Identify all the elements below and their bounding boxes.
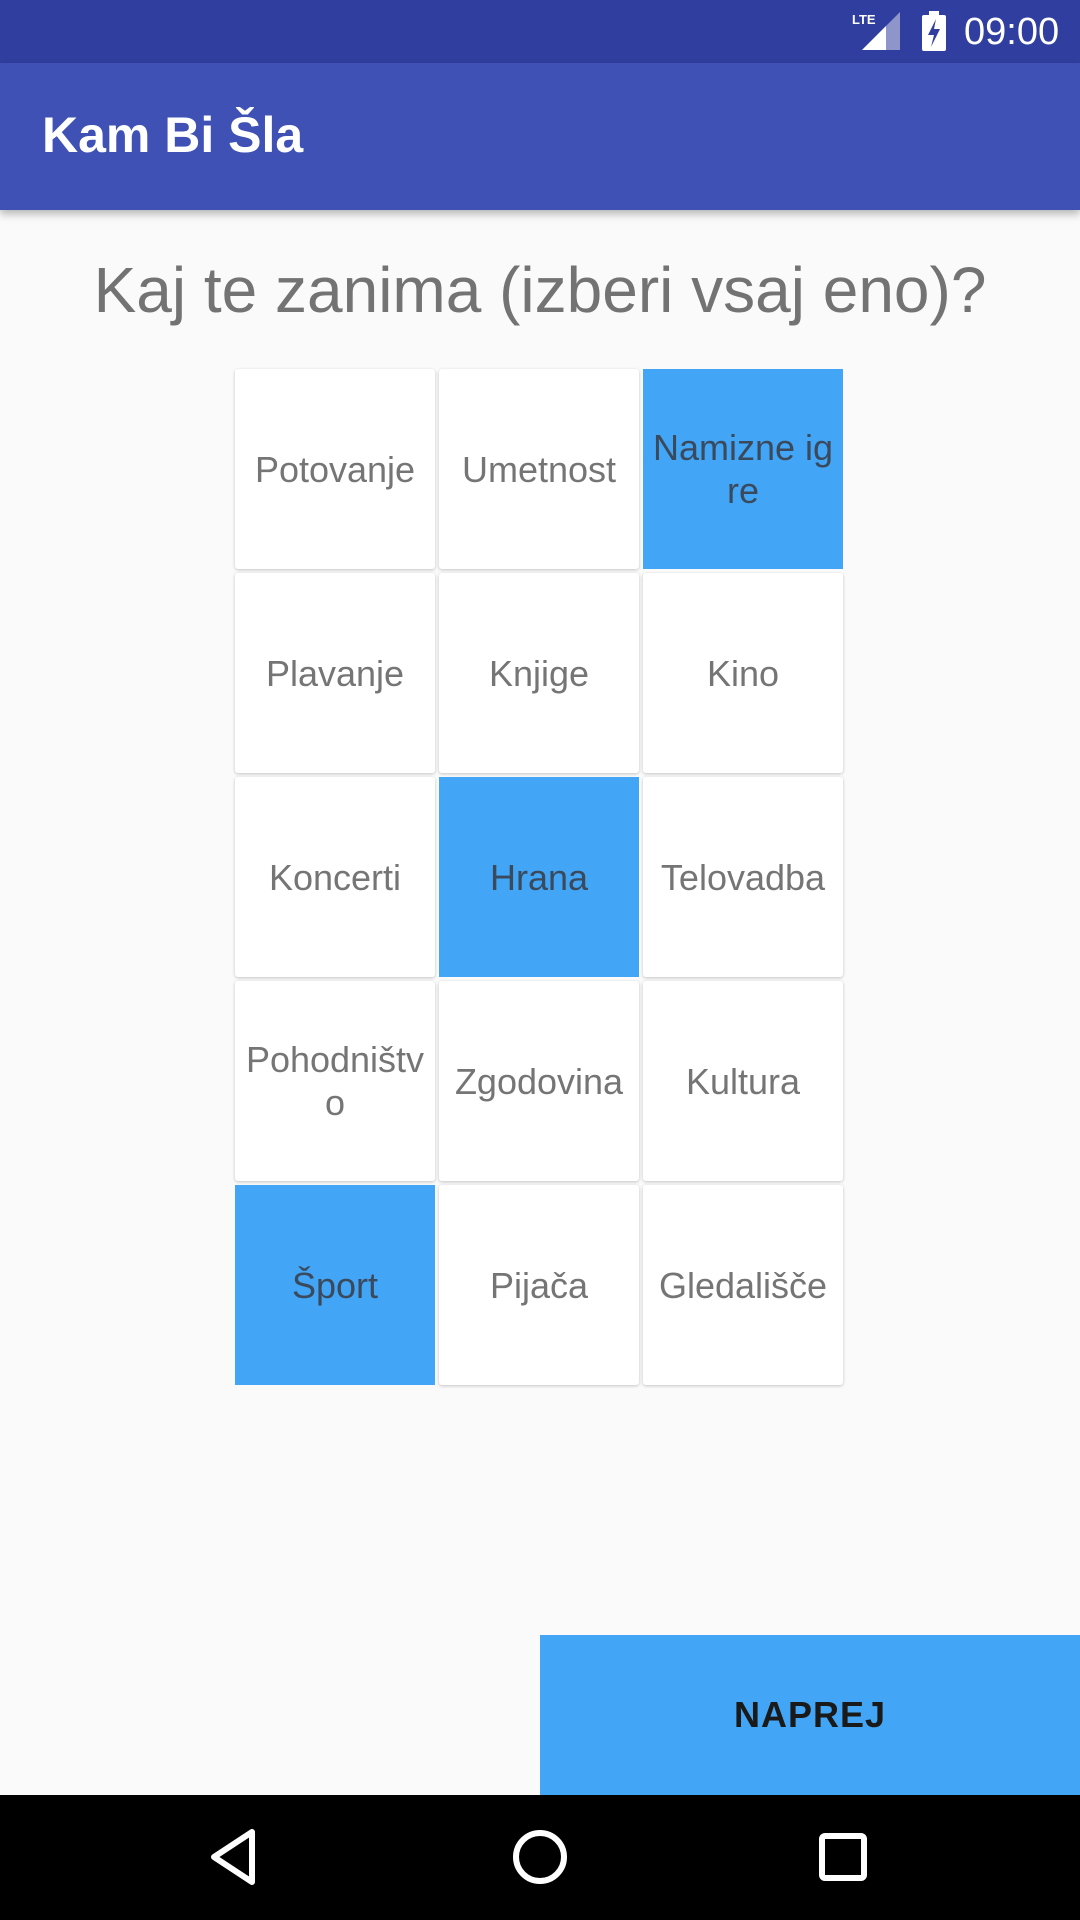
next-button[interactable]: NAPREJ — [540, 1635, 1080, 1795]
status-clock: 09:00 — [964, 11, 1060, 53]
home-icon[interactable] — [505, 1822, 575, 1892]
interest-tile[interactable]: Kino — [643, 573, 843, 773]
system-nav-bar — [0, 1795, 1080, 1920]
interest-tile[interactable]: Šport — [235, 1185, 435, 1385]
interest-tile[interactable]: Zgodovina — [439, 981, 639, 1181]
interest-grid: Potovanje Umetnost Namizne igre Plavanje… — [235, 369, 845, 1385]
interest-tile[interactable]: Koncerti — [235, 777, 435, 977]
recents-icon[interactable] — [808, 1822, 878, 1892]
interest-tile[interactable]: Telovadba — [643, 777, 843, 977]
interest-tile[interactable]: Pijača — [439, 1185, 639, 1385]
interest-tile[interactable]: Hrana — [439, 777, 639, 977]
question-heading: Kaj te zanima (izberi vsaj eno)? — [93, 254, 987, 326]
app-bar: Kam Bi Šla — [0, 63, 1080, 210]
interest-tile[interactable]: Gledališče — [643, 1185, 843, 1385]
status-bar: LTE 09:00 — [0, 0, 1080, 63]
interest-tile[interactable]: Potovanje — [235, 369, 435, 569]
interest-tile[interactable]: Plavanje — [235, 573, 435, 773]
interest-tile[interactable]: Knjige — [439, 573, 639, 773]
back-icon[interactable] — [200, 1822, 270, 1892]
interest-tile[interactable]: Kultura — [643, 981, 843, 1181]
lte-signal-icon: LTE — [852, 12, 900, 50]
next-button-label: NAPREJ — [733, 1694, 887, 1735]
interest-tile[interactable]: Pohodništvo — [235, 981, 435, 1181]
network-label: LTE — [852, 12, 876, 27]
app-title: Kam Bi Šla — [42, 107, 304, 163]
battery-charging-icon — [922, 11, 946, 51]
interest-tile[interactable]: Namizne igre — [643, 369, 843, 569]
interest-tile[interactable]: Umetnost — [439, 369, 639, 569]
